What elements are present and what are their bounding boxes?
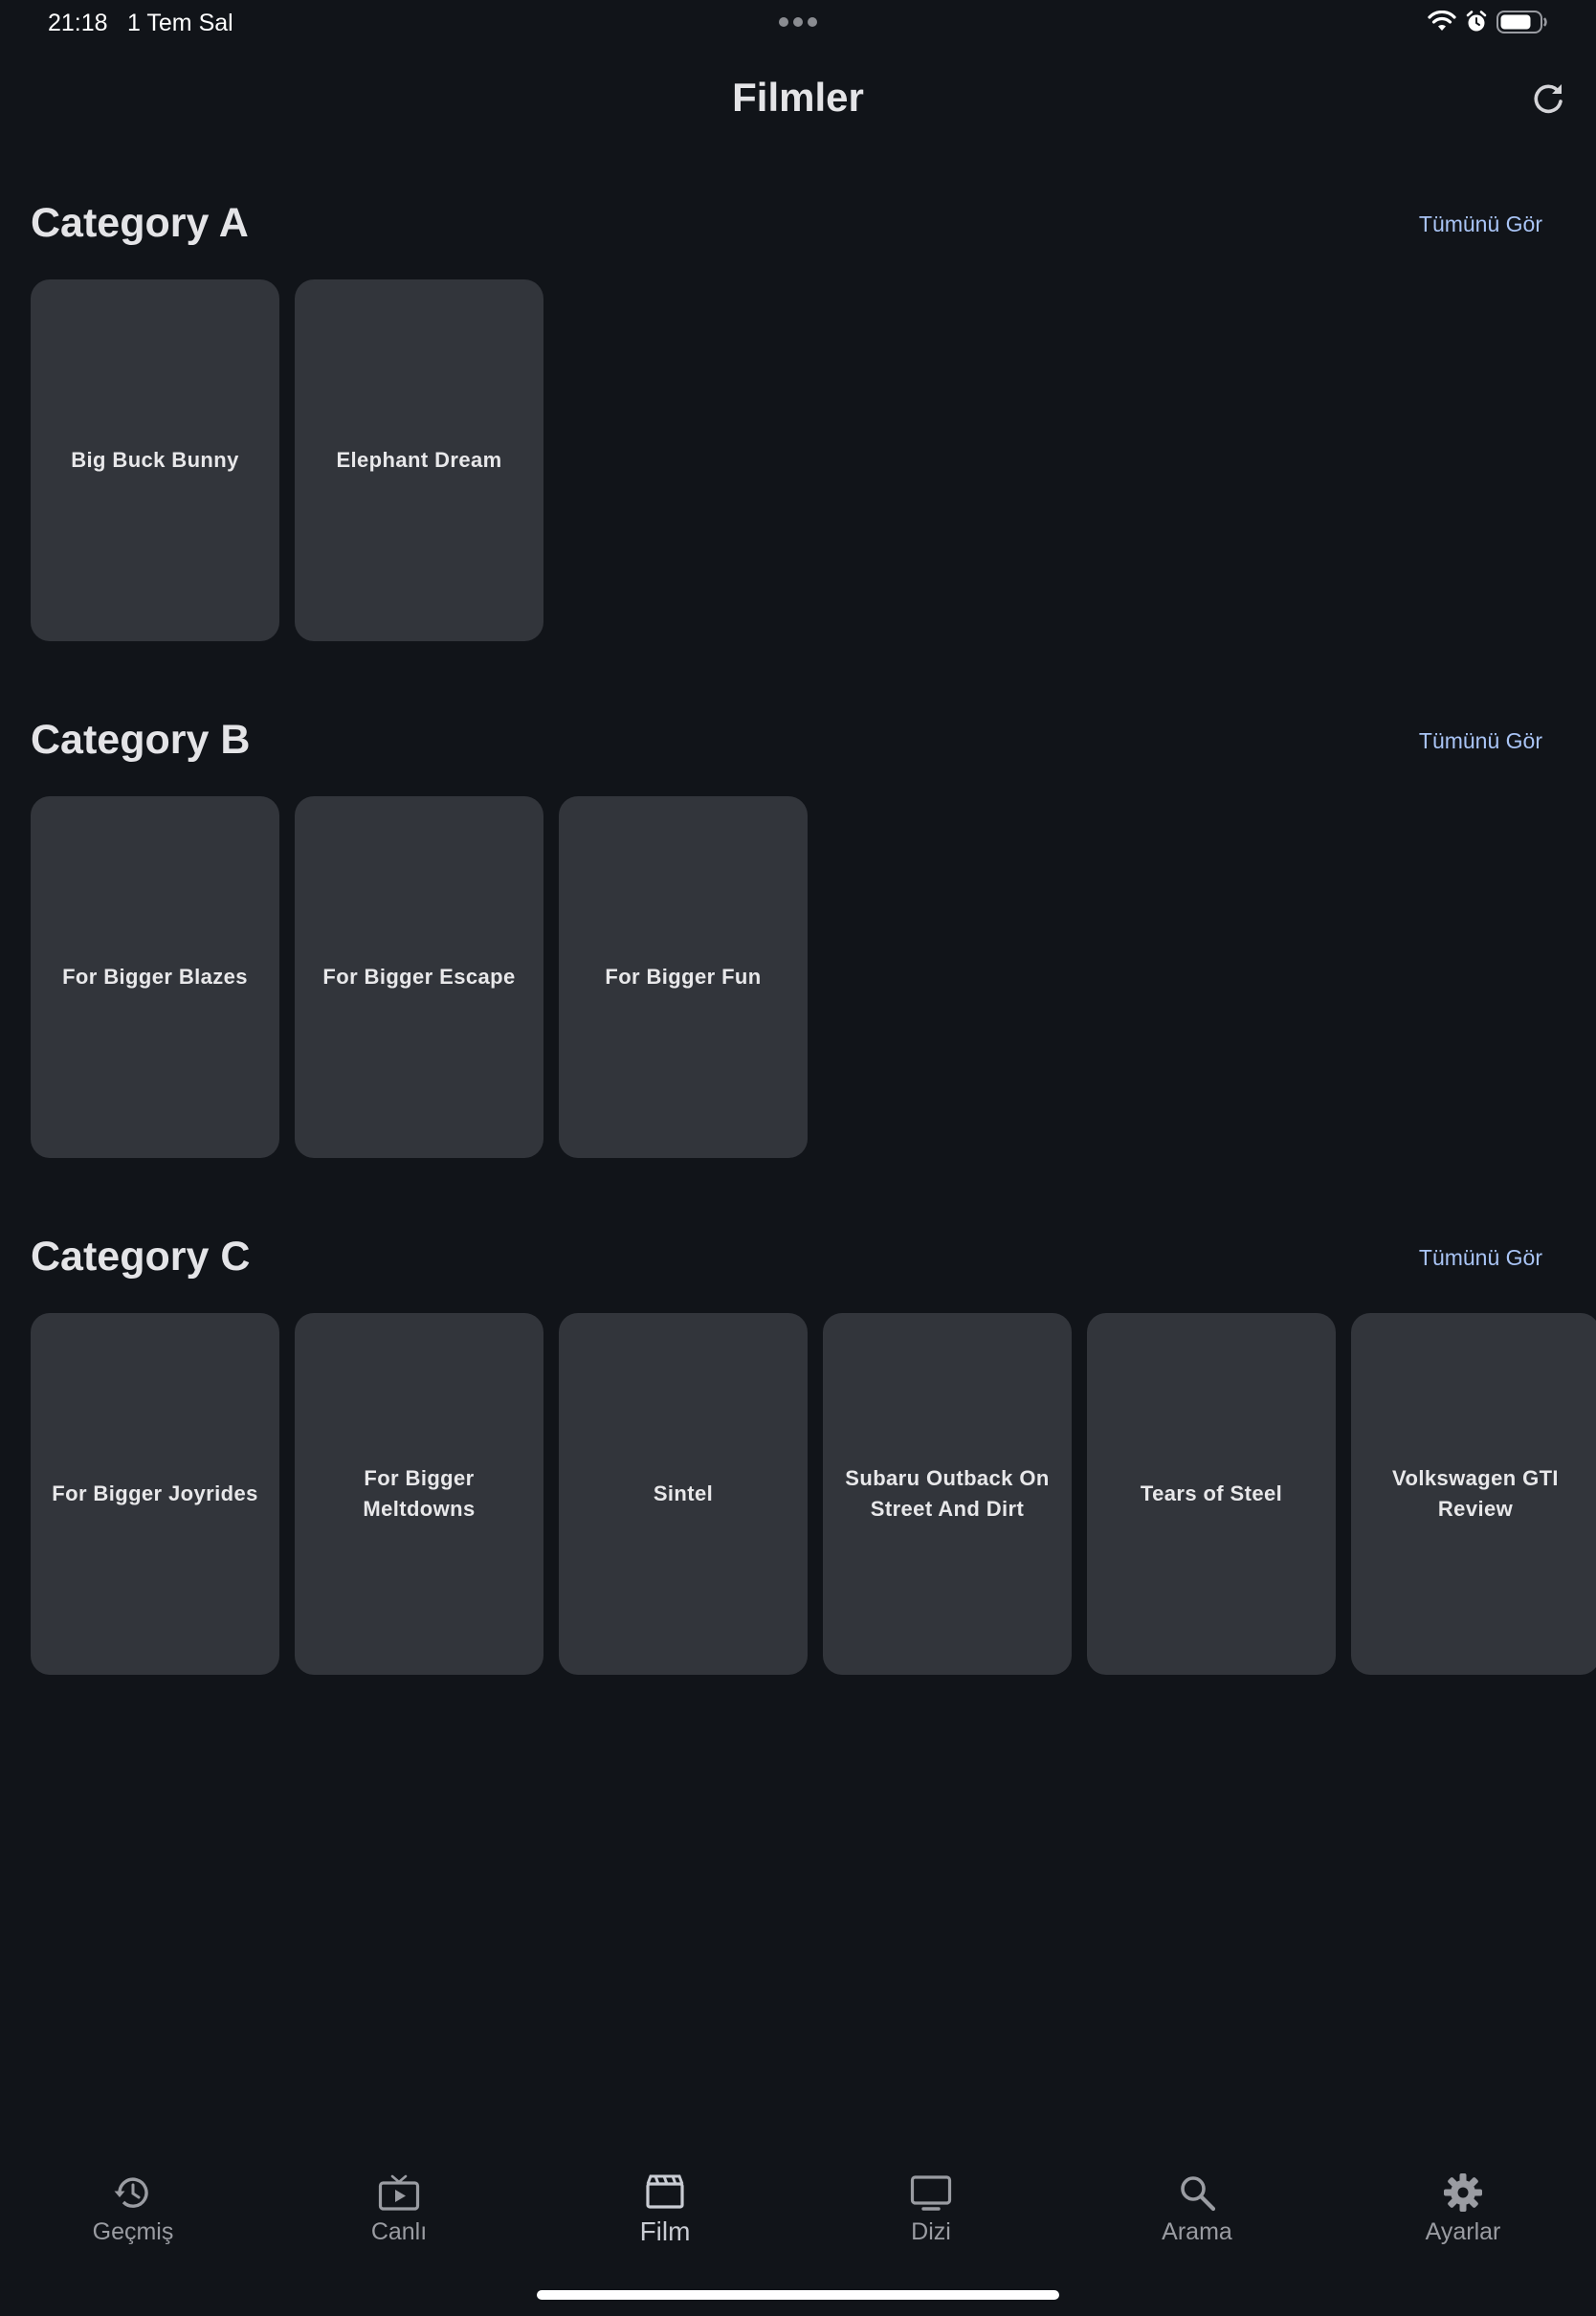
refresh-icon[interactable] xyxy=(1529,80,1567,119)
movie-card[interactable]: For Bigger Fun xyxy=(559,796,808,1158)
nav-label: Canlı xyxy=(370,2218,428,2245)
nav-label: Ayarlar xyxy=(1425,2218,1501,2245)
nav-item-film[interactable]: Film xyxy=(532,2151,798,2266)
movie-card[interactable]: For Bigger Blazes xyxy=(31,796,279,1158)
see-all-link[interactable]: Tümünü Gör xyxy=(1419,1244,1542,1271)
bottom-nav: Geçmiş Canlı Film Dizi Arama Ayarlar xyxy=(0,2151,1596,2266)
wifi-icon xyxy=(1428,11,1456,31)
alarm-icon xyxy=(1466,11,1487,32)
movie-card[interactable]: Volkswagen GTI Review xyxy=(1351,1313,1596,1675)
card-row: For Bigger Blazes For Bigger Escape For … xyxy=(31,796,1596,1158)
movie-icon xyxy=(646,2174,684,2209)
nav-label: Dizi xyxy=(911,2218,951,2245)
movie-card[interactable]: Big Buck Bunny xyxy=(31,279,279,641)
card-row: Big Buck Bunny Elephant Dream xyxy=(31,279,1596,641)
movie-card-title: For Bigger Meltdowns xyxy=(363,1466,476,1521)
status-bar: 21:18 1 Tem Sal xyxy=(0,0,1596,46)
category-title: Category A xyxy=(31,200,249,246)
movie-card-title: Elephant Dream xyxy=(336,448,502,472)
category-title: Category C xyxy=(31,1234,251,1280)
nav-item-series[interactable]: Dizi xyxy=(798,2151,1064,2266)
status-date: 1 Tem Sal xyxy=(127,10,233,36)
movie-card[interactable]: For Bigger Escape xyxy=(295,796,543,1158)
status-time: 21:18 xyxy=(48,10,108,36)
movie-card[interactable]: Subaru Outback On Street And Dirt xyxy=(823,1313,1072,1675)
movie-card-title: Big Buck Bunny xyxy=(71,448,239,472)
settings-icon xyxy=(1444,2173,1482,2212)
card-row[interactable]: For Bigger Joyrides For Bigger Meltdowns… xyxy=(31,1313,1596,1675)
movie-card[interactable]: For Bigger Meltdowns xyxy=(295,1313,543,1675)
movie-card-title: Subaru Outback On Street And Dirt xyxy=(845,1466,1050,1521)
home-indicator[interactable] xyxy=(537,2290,1059,2300)
nav-item-history[interactable]: Geçmiş xyxy=(0,2151,266,2266)
nav-label: Film xyxy=(639,2216,691,2246)
movie-card[interactable]: Tears of Steel xyxy=(1087,1313,1336,1675)
battery-icon xyxy=(1496,11,1547,33)
movie-card-title: For Bigger Joyrides xyxy=(52,1481,258,1505)
see-all-link[interactable]: Tümünü Gör xyxy=(1419,211,1542,237)
multitasking-dots-icon[interactable] xyxy=(777,15,819,29)
movie-card-title: For Bigger Blazes xyxy=(62,965,248,989)
nav-label: Arama xyxy=(1162,2218,1232,2245)
nav-item-search[interactable]: Arama xyxy=(1064,2151,1330,2266)
tv-icon xyxy=(910,2175,952,2211)
nav-label: Geçmiş xyxy=(92,2218,174,2245)
movie-card-title: Volkswagen GTI Review xyxy=(1392,1466,1559,1521)
movie-card[interactable]: Elephant Dream xyxy=(295,279,543,641)
category-title: Category B xyxy=(31,717,251,763)
history-icon xyxy=(114,2177,148,2208)
page-title: Filmler xyxy=(732,75,864,120)
movie-card-title: Tears of Steel xyxy=(1140,1481,1283,1505)
status-indicators xyxy=(1428,10,1548,34)
search-icon xyxy=(1181,2176,1216,2212)
nav-item-settings[interactable]: Ayarlar xyxy=(1330,2151,1596,2266)
live-tv-icon xyxy=(378,2174,420,2211)
see-all-link[interactable]: Tümünü Gör xyxy=(1419,727,1542,754)
movie-card[interactable]: For Bigger Joyrides xyxy=(31,1313,279,1675)
movie-card-title: Sintel xyxy=(653,1481,714,1505)
movie-card-title: For Bigger Escape xyxy=(322,965,516,989)
movie-card[interactable]: Sintel xyxy=(559,1313,808,1675)
nav-item-live[interactable]: Canlı xyxy=(266,2151,532,2266)
movie-card-title: For Bigger Fun xyxy=(605,965,762,989)
